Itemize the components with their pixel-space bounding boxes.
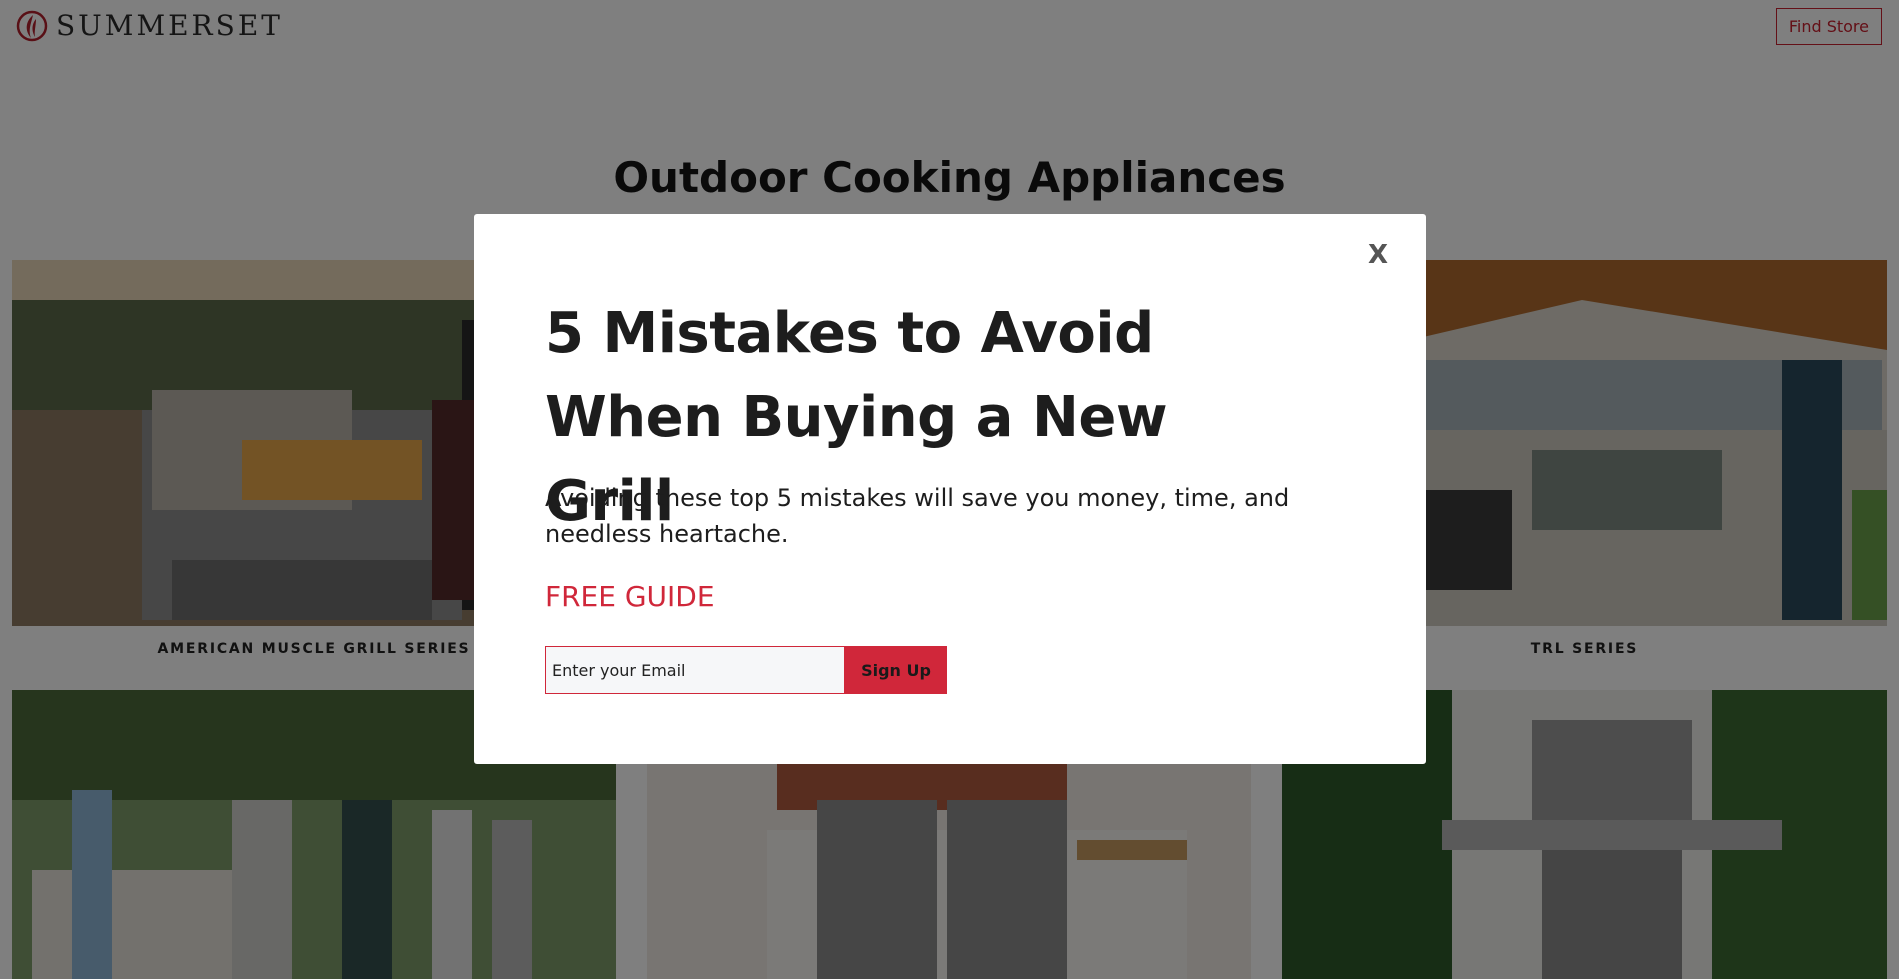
guide-signup-modal: X 5 Mistakes to Avoid When Buying a New … (474, 214, 1426, 764)
signup-form: Sign Up (545, 646, 947, 694)
close-icon[interactable]: X (1368, 240, 1388, 270)
free-guide-label: FREE GUIDE (545, 580, 715, 613)
email-field[interactable] (545, 646, 845, 694)
modal-description: Avoiding these top 5 mistakes will save … (545, 484, 1290, 548)
sign-up-button[interactable]: Sign Up (845, 646, 947, 694)
